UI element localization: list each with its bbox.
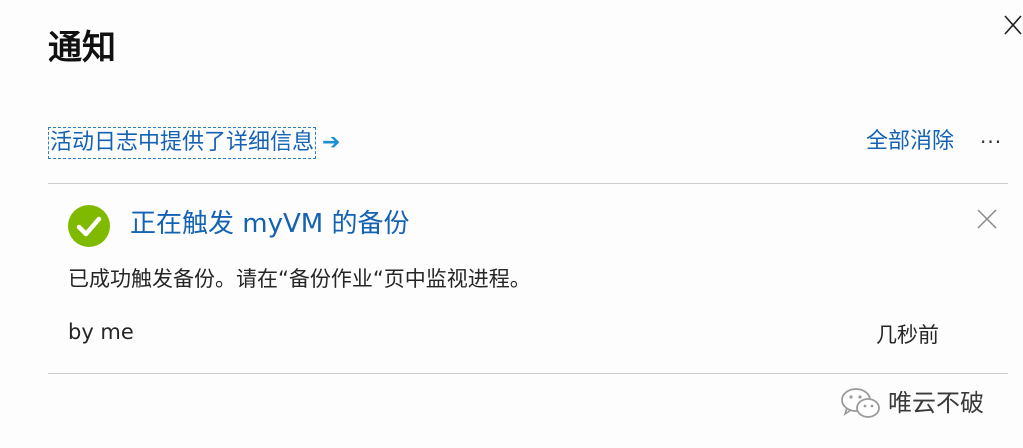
notification-title[interactable]: 正在触发 myVM 的备份 — [130, 204, 409, 244]
notification-item[interactable]: 正在触发 myVM 的备份 已成功触发备份。请在“备份作业“页中监视进程。 by… — [48, 184, 1008, 373]
close-panel-button[interactable] — [1003, 14, 1023, 36]
close-icon — [1004, 15, 1022, 35]
notification-message: 已成功触发备份。请在“备份作业“页中监视进程。 — [68, 267, 531, 291]
watermark-text: 唯云不破 — [888, 389, 984, 417]
activity-log-link[interactable]: 活动日志中提供了详细信息 ➔ — [48, 127, 340, 159]
dismiss-all-button[interactable]: 全部消除 — [866, 127, 954, 157]
notifications-panel: 通知 活动日志中提供了详细信息 ➔ 全部消除 ··· 正在触发 myVM 的备份… — [0, 0, 1023, 448]
notification-author: by me — [68, 320, 134, 344]
wechat-logo-icon — [841, 388, 880, 418]
arrow-right-icon: ➔ — [322, 130, 341, 155]
activity-log-link-text[interactable]: 活动日志中提供了详细信息 — [48, 127, 317, 159]
watermark: 唯云不破 — [840, 386, 984, 420]
panel-title: 通知 — [48, 28, 116, 68]
divider — [48, 373, 1008, 374]
close-icon — [977, 209, 997, 229]
success-check-icon — [68, 205, 110, 247]
dismiss-notification-button[interactable] — [976, 208, 998, 230]
notification-timestamp: 几秒前 — [876, 323, 939, 347]
more-options-icon[interactable]: ··· — [980, 127, 1002, 157]
